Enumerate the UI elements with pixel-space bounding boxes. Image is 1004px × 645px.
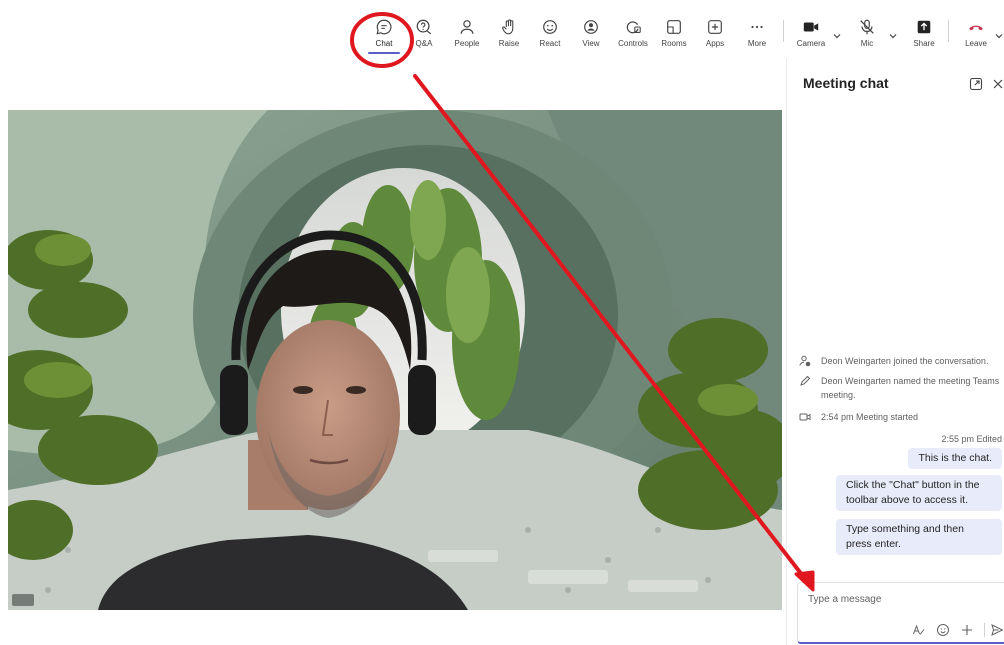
controls-icon — [626, 21, 641, 34]
react-icon — [543, 20, 557, 34]
chat-icon — [376, 19, 392, 35]
leave-button[interactable]: Leave — [954, 18, 998, 58]
format-button[interactable] — [912, 623, 926, 637]
emoji-icon — [937, 624, 949, 636]
camera-button-label: Camera — [796, 39, 826, 48]
share-button[interactable]: Share — [902, 18, 946, 58]
participant-video — [8, 110, 782, 610]
more-icon — [751, 25, 763, 29]
chat-message[interactable]: Click the "Chat" button in the toolbar a… — [836, 475, 1002, 511]
active-tab-indicator — [368, 52, 400, 54]
chat-panel-header: Meeting chat — [787, 58, 1004, 106]
people-button-label: People — [454, 39, 480, 48]
pencil-icon — [799, 375, 811, 387]
format-text-icon — [913, 624, 925, 635]
chat-message[interactable]: Type something and then press enter. — [836, 519, 1002, 555]
controls-button[interactable]: Controls — [611, 18, 655, 58]
chat-button-label: Chat — [375, 39, 393, 48]
popout-icon — [969, 77, 983, 91]
camera-button[interactable]: Camera — [789, 18, 833, 58]
controls-button-label: Controls — [618, 39, 648, 48]
teams-meeting-window: Chat Q&A People Raise React View Control… — [0, 0, 1004, 645]
qa-icon — [416, 19, 432, 35]
chat-event-text: Deon Weingarten named the meeting Teams … — [821, 376, 1000, 400]
close-icon — [993, 79, 1003, 89]
video-camera-icon — [799, 411, 811, 423]
camera-icon — [803, 22, 819, 32]
raise-hand-button[interactable]: Raise — [487, 18, 531, 58]
chevron-down-icon — [995, 34, 1003, 39]
raise-hand-button-label: Raise — [498, 39, 520, 48]
composer-divider — [984, 623, 985, 637]
leave-icon — [969, 25, 983, 31]
people-icon — [460, 20, 474, 34]
chevron-down-icon — [889, 34, 897, 39]
rooms-icon — [667, 20, 681, 34]
emoji-button[interactable] — [936, 623, 950, 637]
apps-icon — [708, 20, 722, 34]
share-button-label: Share — [913, 39, 935, 48]
view-button[interactable]: View — [569, 18, 613, 58]
react-button[interactable]: React — [528, 18, 572, 58]
send-button[interactable] — [990, 623, 1004, 637]
share-icon — [917, 20, 931, 34]
chat-event-text: Deon Weingarten joined the conversation. — [821, 356, 989, 366]
apps-button-label: Apps — [705, 39, 725, 48]
view-icon — [584, 20, 598, 34]
mic-button[interactable]: Mic — [845, 18, 889, 58]
apps-button[interactable]: Apps — [693, 18, 737, 58]
qa-button-label: Q&A — [415, 39, 433, 48]
attach-button[interactable] — [960, 623, 974, 637]
message-input-placeholder[interactable]: Type a message — [808, 594, 881, 605]
person-joined-icon — [799, 355, 811, 367]
toolbar-divider — [948, 20, 949, 42]
toolbar-divider — [783, 20, 784, 42]
plus-icon — [962, 625, 972, 635]
react-button-label: React — [539, 39, 561, 48]
video-frame-image — [8, 110, 782, 610]
message-composer[interactable]: Type a message — [797, 582, 1004, 644]
mic-options-chevron[interactable] — [888, 28, 898, 39]
close-chat-button[interactable] — [991, 77, 1004, 91]
meeting-chat-panel: Meeting chat Deon Weingarten joined the … — [786, 58, 1004, 645]
video-quality-badge — [12, 594, 34, 606]
chat-message[interactable]: This is the chat. — [908, 448, 1002, 469]
leave-button-label: Leave — [965, 39, 987, 48]
camera-options-chevron[interactable] — [832, 28, 842, 39]
chevron-down-icon — [833, 34, 841, 39]
rooms-button-label: Rooms — [661, 39, 687, 48]
leave-options-chevron[interactable] — [994, 28, 1004, 39]
rooms-button[interactable]: Rooms — [652, 18, 696, 58]
mic-off-icon — [860, 19, 874, 35]
more-button[interactable]: More — [735, 18, 779, 58]
message-timestamp: 2:55 pm Edited — [941, 434, 1002, 444]
popout-chat-button[interactable] — [969, 77, 983, 91]
send-icon — [991, 624, 1004, 636]
raise-hand-icon — [502, 19, 514, 35]
qa-button[interactable]: Q&A — [402, 18, 446, 58]
chat-event-text: 2:54 pm Meeting started — [821, 412, 919, 422]
chat-panel-title: Meeting chat — [803, 75, 889, 91]
view-button-label: View — [582, 39, 600, 48]
meeting-toolbar: Chat Q&A People Raise React View Control… — [0, 0, 1004, 58]
people-button[interactable]: People — [445, 18, 489, 58]
mic-button-label: Mic — [860, 39, 874, 48]
more-button-label: More — [747, 39, 767, 48]
